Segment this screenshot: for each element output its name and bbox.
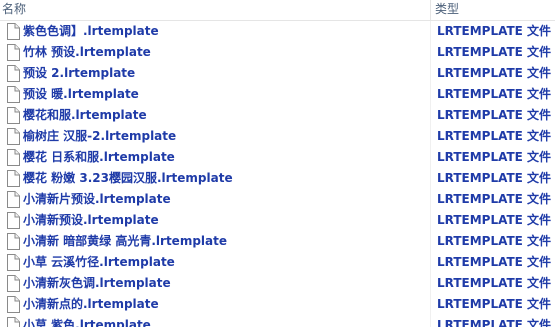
file-row[interactable]: 竹林 预设.lrtemplate LRTEMPLATE 文件 <box>0 42 555 63</box>
file-name[interactable]: 小清新预设.lrtemplate <box>23 210 159 231</box>
file-type: LRTEMPLATE 文件 <box>437 108 552 122</box>
file-name[interactable]: 樱花和服.lrtemplate <box>23 105 147 126</box>
file-row[interactable]: 小清新预设.lrtemplate LRTEMPLATE 文件 <box>0 210 555 231</box>
file-row[interactable]: 小清新灰色调.lrtemplate LRTEMPLATE 文件 <box>0 273 555 294</box>
file-type: LRTEMPLATE 文件 <box>437 255 552 269</box>
file-name[interactable]: 预设 暖.lrtemplate <box>23 84 139 105</box>
file-name[interactable]: 小草 云溪竹径.lrtemplate <box>23 252 175 273</box>
file-icon <box>7 86 20 103</box>
file-icon <box>7 296 20 313</box>
file-type: LRTEMPLATE 文件 <box>437 192 552 206</box>
file-row[interactable]: 小草 云溪竹径.lrtemplate LRTEMPLATE 文件 <box>0 252 555 273</box>
column-header: 名称 类型 <box>0 0 555 21</box>
file-row[interactable]: 预设 暖.lrtemplate LRTEMPLATE 文件 <box>0 84 555 105</box>
file-icon <box>7 23 20 40</box>
column-separator[interactable] <box>430 0 431 20</box>
file-name[interactable]: 竹林 预设.lrtemplate <box>23 42 151 63</box>
file-icon <box>7 107 20 124</box>
file-icon <box>7 128 20 145</box>
file-icon <box>7 275 20 292</box>
file-type: LRTEMPLATE 文件 <box>437 129 552 143</box>
file-name[interactable]: 小清新灰色调.lrtemplate <box>23 273 171 294</box>
file-icon <box>7 65 20 82</box>
row-column-divider <box>430 63 431 84</box>
file-type: LRTEMPLATE 文件 <box>437 66 552 80</box>
file-icon <box>7 212 20 229</box>
file-name[interactable]: 小清新片预设.lrtemplate <box>23 189 171 210</box>
file-row[interactable]: 榆树庄 汉服-2.lrtemplate LRTEMPLATE 文件 <box>0 126 555 147</box>
row-column-divider <box>430 84 431 105</box>
row-column-divider <box>430 42 431 63</box>
file-name[interactable]: 樱花 粉嫩 3.23樱园汉服.lrtemplate <box>23 168 233 189</box>
file-list: 紫色色调】.lrtemplate LRTEMPLATE 文件 竹林 预设.lrtem… <box>0 21 555 327</box>
file-row[interactable]: 紫色色调】.lrtemplate LRTEMPLATE 文件 <box>0 21 555 42</box>
file-type: LRTEMPLATE 文件 <box>437 150 552 164</box>
row-column-divider <box>430 315 431 327</box>
file-row[interactable]: 樱花 粉嫩 3.23樱园汉服.lrtemplate LRTEMPLATE 文件 <box>0 168 555 189</box>
file-row[interactable]: 小清新 暗部黄绿 高光青.lrtemplate LRTEMPLATE 文件 <box>0 231 555 252</box>
row-column-divider <box>430 210 431 231</box>
file-icon <box>7 44 20 61</box>
row-column-divider <box>430 126 431 147</box>
file-row[interactable]: 小草 紫色.lrtemplate LRTEMPLATE 文件 <box>0 315 555 327</box>
row-column-divider <box>430 252 431 273</box>
file-type: LRTEMPLATE 文件 <box>437 87 552 101</box>
row-column-divider <box>430 147 431 168</box>
file-type: LRTEMPLATE 文件 <box>437 234 552 248</box>
file-icon <box>7 233 20 250</box>
file-row[interactable]: 樱花 日系和服.lrtemplate LRTEMPLATE 文件 <box>0 147 555 168</box>
file-icon <box>7 149 20 166</box>
file-icon <box>7 317 20 327</box>
column-header-type[interactable]: 类型 <box>435 0 553 20</box>
row-column-divider <box>430 168 431 189</box>
file-name[interactable]: 小清新点的.lrtemplate <box>23 294 159 315</box>
row-column-divider <box>430 231 431 252</box>
file-type: LRTEMPLATE 文件 <box>437 318 552 327</box>
file-type: LRTEMPLATE 文件 <box>437 45 552 59</box>
file-type: LRTEMPLATE 文件 <box>437 213 552 227</box>
row-column-divider <box>430 189 431 210</box>
file-row[interactable]: 小清新片预设.lrtemplate LRTEMPLATE 文件 <box>0 189 555 210</box>
row-column-divider <box>430 273 431 294</box>
file-type: LRTEMPLATE 文件 <box>437 276 552 290</box>
file-name[interactable]: 预设 2.lrtemplate <box>23 63 135 84</box>
file-name[interactable]: 紫色色调】.lrtemplate <box>23 21 159 42</box>
file-row[interactable]: 预设 2.lrtemplate LRTEMPLATE 文件 <box>0 63 555 84</box>
row-column-divider <box>430 105 431 126</box>
file-name[interactable]: 樱花 日系和服.lrtemplate <box>23 147 175 168</box>
file-type: LRTEMPLATE 文件 <box>437 297 552 311</box>
file-name[interactable]: 小草 紫色.lrtemplate <box>23 315 151 327</box>
row-column-divider <box>430 294 431 315</box>
file-icon <box>7 254 20 271</box>
file-name[interactable]: 榆树庄 汉服-2.lrtemplate <box>23 126 176 147</box>
file-icon <box>7 170 20 187</box>
file-row[interactable]: 小清新点的.lrtemplate LRTEMPLATE 文件 <box>0 294 555 315</box>
file-type: LRTEMPLATE 文件 <box>437 171 552 185</box>
file-type: LRTEMPLATE 文件 <box>437 24 552 38</box>
file-icon <box>7 191 20 208</box>
file-name[interactable]: 小清新 暗部黄绿 高光青.lrtemplate <box>23 231 227 252</box>
file-row[interactable]: 樱花和服.lrtemplate LRTEMPLATE 文件 <box>0 105 555 126</box>
row-column-divider <box>430 21 431 42</box>
column-header-name[interactable]: 名称 <box>2 0 427 20</box>
